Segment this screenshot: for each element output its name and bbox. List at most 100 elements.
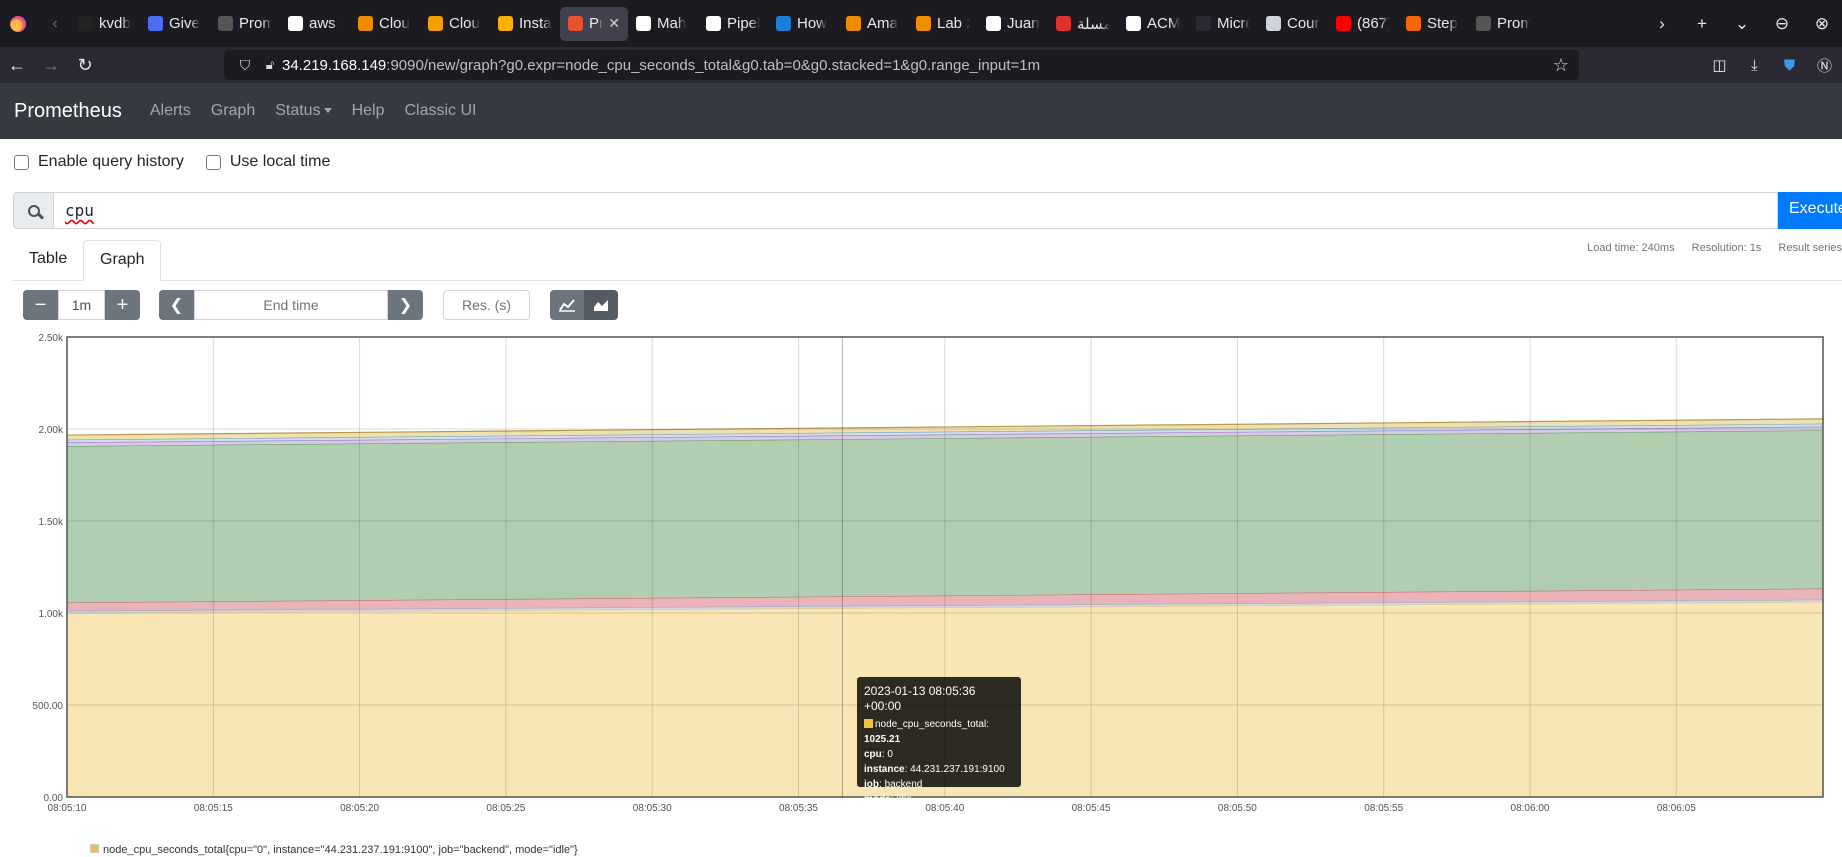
forward-arrow-icon[interactable]: → [34,55,68,76]
resolution-input[interactable]: Res. (s) [443,290,530,320]
end-time-forward-button[interactable]: ❯ [388,290,423,320]
close-tab-icon[interactable]: ✕ [608,15,620,32]
graph-tooltip: 2023-01-13 08:05:36 +00:00 node_cpu_seco… [857,677,1021,805]
end-time-back-button[interactable]: ❮ [159,290,194,320]
browser-tab-title: kvdb [99,15,131,32]
series-swatch-icon [864,719,873,728]
browser-tab-title: Mah [657,15,687,32]
reload-icon[interactable]: ↻ [68,55,102,76]
browser-tab[interactable]: Pipel [698,7,768,41]
pocket-icon[interactable]: ◫ [1702,56,1737,74]
query-history-checkbox[interactable] [14,154,29,170]
query-stats: Load time: 240ms Resolution: 1s Result s… [1573,242,1842,254]
github-icon [986,16,1001,31]
download-icon[interactable]: ⤓ [1737,57,1772,74]
browser-tab[interactable]: aws r [280,7,350,41]
address-bar[interactable]: ⛉ 🔓︎ 34.219.168.149:9090/new/graph?g0.ex… [224,50,1579,80]
nav-help[interactable]: Help [352,102,385,120]
browser-tab[interactable]: Step [1398,7,1468,41]
expression-input[interactable]: cpu [53,192,1778,229]
local-time-checkbox[interactable] [205,154,221,170]
nav-alerts[interactable]: Alerts [150,102,191,120]
browser-tab-title: Cour [1287,15,1320,32]
browser-tab-title: Lab 2 [937,15,970,32]
notion-icon[interactable]: Ⓝ [1807,55,1842,76]
browser-tab-title: Juan [1007,15,1040,32]
browser-tab[interactable]: How [768,7,838,41]
browser-tab[interactable]: Mah [628,7,698,41]
increase-range-button[interactable]: + [105,290,140,320]
bookmark-star-icon[interactable]: ☆ [1553,55,1569,76]
expression-row: cpu Execute [13,192,1842,229]
new-tab-icon[interactable]: + [1682,14,1722,34]
browser-tab[interactable]: Prom [1468,7,1538,41]
tooltip-metric: node_cpu_seconds_total [875,719,987,730]
minimize-icon[interactable]: ⊖ [1762,14,1802,34]
browser-tab[interactable]: Cour [1258,7,1328,41]
nav-status[interactable]: Status [275,102,332,120]
aws-cube-icon [358,16,373,31]
x-tick-label: 08:05:30 [633,803,672,814]
tab-graph[interactable]: Graph [83,240,162,281]
page-icon [218,16,233,31]
local-time-option[interactable]: Use local time [205,153,330,171]
tab-scroll-left-icon[interactable]: ‹ [40,15,70,33]
tooltip-metric-row: node_cpu_seconds_total: 1025.21 [864,719,989,745]
browser-tab[interactable]: Clou [350,7,420,41]
end-time-input[interactable]: End time [194,290,388,320]
decrease-range-button[interactable]: − [23,290,58,320]
brand-logo[interactable]: Prometheus [14,100,122,123]
execute-button[interactable]: Execute [1778,192,1842,229]
browser-tab[interactable]: Prom [210,7,280,41]
browser-tab-title: aws r [309,15,342,32]
expression-text: cpu [65,201,94,220]
youtube-icon [1336,16,1351,31]
close-window-icon[interactable]: ⊗ [1802,14,1842,34]
tooltip-label-key: instance [864,764,905,775]
nav-classic-ui[interactable]: Classic UI [404,102,476,120]
browser-tab-title: مسلة [1077,15,1110,33]
extension-shield-icon[interactable]: ⛊ [1772,57,1807,74]
x-tick-label: 08:05:10 [48,803,87,814]
browser-tab[interactable]: ACM [1118,7,1188,41]
chevron-right-icon: ❯ [398,297,413,314]
insecure-lock-icon[interactable]: 🔓︎ [258,57,282,73]
browser-nav-bar: ← → ↻ ⛉ 🔓︎ 34.219.168.149:9090/new/graph… [0,47,1842,83]
browser-tab-title: Step [1427,15,1458,32]
url-host: 34.219.168.149 [282,56,387,74]
u-icon [148,16,163,31]
panel-tabs: Table Graph [13,240,1842,281]
browser-tab[interactable]: Lab 2 [908,7,978,41]
x-tick-label: 08:06:05 [1657,803,1696,814]
shield-icon[interactable]: ⛉ [232,57,258,74]
legend-item[interactable]: node_cpu_seconds_total{cpu="0", instance… [103,844,578,856]
browser-tab[interactable]: (867) [1328,7,1398,41]
nav-graph[interactable]: Graph [211,102,255,120]
course-icon [1266,16,1281,31]
stacked-mode-button[interactable] [584,290,618,320]
browser-tab[interactable]: مسلة [1048,7,1118,41]
browser-tab[interactable]: Microso [1188,7,1258,41]
browser-tab[interactable]: Insta [490,7,560,41]
browser-tab[interactable]: kvdb [70,7,140,41]
query-history-option[interactable]: Enable query history [14,153,184,171]
firefox-icon [10,15,26,32]
browser-tab[interactable]: Ama [838,7,908,41]
tooltip-label-value: idle [896,794,912,805]
unstacked-mode-button[interactable] [550,290,584,320]
tab-table[interactable]: Table [13,240,83,281]
kvdb-icon [78,16,93,31]
y-tick-label: 500.00 [32,701,63,712]
range-input[interactable]: 1m [58,290,105,320]
browser-tab-title: Clou [379,15,410,32]
browser-tab[interactable]: Juan [978,7,1048,41]
browser-tab[interactable]: Pr ✕ [560,6,628,41]
browser-tab[interactable]: Give [140,7,210,41]
browser-tab-title: Clou [449,15,480,32]
tab-list-chevron-icon[interactable]: ⌄ [1722,14,1762,34]
tooltip-label-value: 0 [887,749,893,760]
browser-tab[interactable]: Clou [420,7,490,41]
back-arrow-icon[interactable]: ← [0,55,34,76]
line-chart-icon [559,299,575,312]
tab-scroll-right-icon[interactable]: › [1642,14,1682,34]
